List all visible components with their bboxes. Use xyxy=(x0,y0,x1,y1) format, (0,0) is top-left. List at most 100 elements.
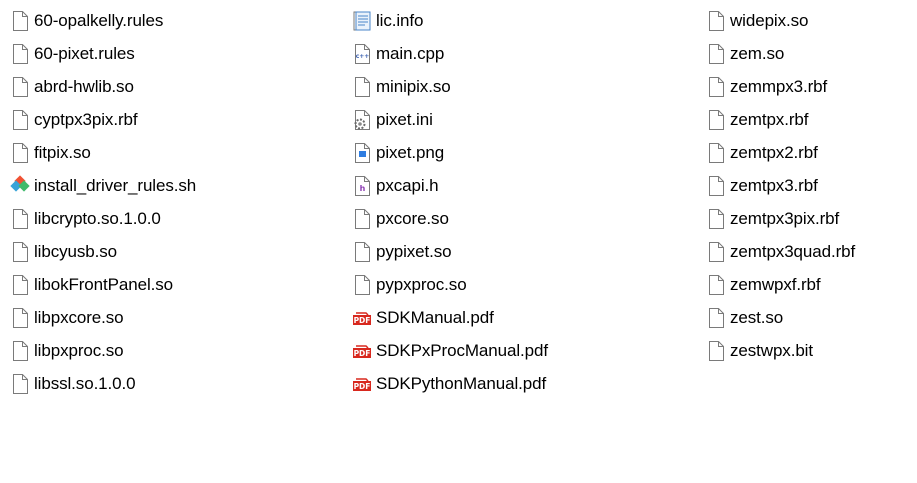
file-item[interactable]: libpxproc.so xyxy=(10,336,330,366)
file-column-3: widepix.so zem.so zemmpx3.rbf zemtpx.rbf… xyxy=(706,6,917,369)
file-name-label: libcyusb.so xyxy=(34,242,117,261)
file-name-label: zem.so xyxy=(730,44,785,63)
file-item[interactable]: pxcore.so xyxy=(352,204,682,234)
file-item[interactable]: install_driver_rules.sh xyxy=(10,171,330,201)
settings-file-icon xyxy=(352,109,372,131)
file-item[interactable]: pixet.ini xyxy=(352,105,682,135)
cpp-file-icon: c++ xyxy=(352,43,372,65)
blank-file-icon xyxy=(10,208,30,230)
file-item[interactable]: lic.info xyxy=(352,6,682,36)
file-item[interactable]: zemtpx.rbf xyxy=(706,105,917,135)
blank-file-icon xyxy=(706,241,726,263)
file-item[interactable]: libpxcore.so xyxy=(10,303,330,333)
file-item[interactable]: zemmpx3.rbf xyxy=(706,72,917,102)
blank-file-icon xyxy=(10,76,30,98)
file-name-label: zemtpx3.rbf xyxy=(730,176,818,195)
file-item[interactable]: PDF SDKManual.pdf xyxy=(352,303,682,333)
info-file-icon xyxy=(352,10,372,32)
file-name-label: zemtpx3pix.rbf xyxy=(730,209,840,228)
file-name-label: fitpix.so xyxy=(34,143,91,162)
file-name-label: pixet.ini xyxy=(376,110,433,129)
blank-file-icon xyxy=(706,109,726,131)
file-item[interactable]: widepix.so xyxy=(706,6,917,36)
file-item[interactable]: libssl.so.1.0.0 xyxy=(10,369,330,399)
file-name-label: cyptpx3pix.rbf xyxy=(34,110,138,129)
blank-file-icon xyxy=(10,10,30,32)
image-file-icon xyxy=(352,142,372,164)
file-item[interactable]: pixet.png xyxy=(352,138,682,168)
blank-file-icon xyxy=(352,241,372,263)
blank-file-icon xyxy=(10,109,30,131)
file-item[interactable]: 60-pixet.rules xyxy=(10,39,330,69)
blank-file-icon xyxy=(706,307,726,329)
file-name-label: 60-opalkelly.rules xyxy=(34,11,164,30)
file-item[interactable]: cyptpx3pix.rbf xyxy=(10,105,330,135)
header-file-icon: h xyxy=(352,175,372,197)
file-name-label: lic.info xyxy=(376,11,424,30)
blank-file-icon xyxy=(706,43,726,65)
blank-file-icon xyxy=(706,208,726,230)
file-item[interactable]: pypxproc.so xyxy=(352,270,682,300)
file-item[interactable]: abrd-hwlib.so xyxy=(10,72,330,102)
file-item[interactable]: c++ main.cpp xyxy=(352,39,682,69)
file-item[interactable]: fitpix.so xyxy=(10,138,330,168)
file-item[interactable]: PDF SDKPythonManual.pdf xyxy=(352,369,682,399)
pdf-file-icon: PDF xyxy=(352,340,372,362)
file-name-label: main.cpp xyxy=(376,44,445,63)
file-name-label: abrd-hwlib.so xyxy=(34,77,134,96)
file-name-label: widepix.so xyxy=(730,11,809,30)
blank-file-icon xyxy=(10,274,30,296)
pdf-file-icon: PDF xyxy=(352,373,372,395)
blank-file-icon xyxy=(706,274,726,296)
file-item[interactable]: zemtpx3quad.rbf xyxy=(706,237,917,267)
blank-file-icon xyxy=(352,274,372,296)
svg-text:PDF: PDF xyxy=(354,382,371,391)
file-name-label: pixet.png xyxy=(376,143,445,162)
file-item[interactable]: zest.so xyxy=(706,303,917,333)
file-name-label: zemmpx3.rbf xyxy=(730,77,828,96)
blank-file-icon xyxy=(706,340,726,362)
file-name-label: SDKManual.pdf xyxy=(376,308,494,327)
file-item[interactable]: zemtpx3pix.rbf xyxy=(706,204,917,234)
file-item[interactable]: zemwpxf.rbf xyxy=(706,270,917,300)
file-list-view: 60-opalkelly.rules 60-pixet.rules abrd-h… xyxy=(0,0,917,483)
file-column-2: lic.info c++ main.cpp minipix.so pixet.i… xyxy=(352,6,682,402)
file-name-label: 60-pixet.rules xyxy=(34,44,135,63)
blank-file-icon xyxy=(10,241,30,263)
blank-file-icon xyxy=(352,76,372,98)
file-item[interactable]: minipix.so xyxy=(352,72,682,102)
file-name-label: pxcore.so xyxy=(376,209,449,228)
file-name-label: SDKPythonManual.pdf xyxy=(376,374,547,393)
file-name-label: pypixet.so xyxy=(376,242,452,261)
file-item[interactable]: h pxcapi.h xyxy=(352,171,682,201)
file-item[interactable]: pypixet.so xyxy=(352,237,682,267)
blank-file-icon xyxy=(10,307,30,329)
file-item[interactable]: zemtpx2.rbf xyxy=(706,138,917,168)
file-name-label: zemtpx3quad.rbf xyxy=(730,242,856,261)
blank-file-icon xyxy=(706,10,726,32)
file-item[interactable]: zemtpx3.rbf xyxy=(706,171,917,201)
file-name-label: libcrypto.so.1.0.0 xyxy=(34,209,161,228)
file-item[interactable]: libcrypto.so.1.0.0 xyxy=(10,204,330,234)
file-column-1: 60-opalkelly.rules 60-pixet.rules abrd-h… xyxy=(10,6,330,402)
svg-text:c++: c++ xyxy=(356,53,370,60)
file-name-label: pxcapi.h xyxy=(376,176,439,195)
file-name-label: libokFrontPanel.so xyxy=(34,275,173,294)
blank-file-icon xyxy=(706,142,726,164)
git-bash-script-icon xyxy=(10,175,30,197)
file-item[interactable]: libcyusb.so xyxy=(10,237,330,267)
blank-file-icon xyxy=(10,340,30,362)
file-name-label: libpxcore.so xyxy=(34,308,124,327)
file-name-label: minipix.so xyxy=(376,77,451,96)
file-item[interactable]: 60-opalkelly.rules xyxy=(10,6,330,36)
blank-file-icon xyxy=(10,142,30,164)
file-name-label: SDKPxProcManual.pdf xyxy=(376,341,548,360)
file-item[interactable]: zem.so xyxy=(706,39,917,69)
file-item[interactable]: PDF SDKPxProcManual.pdf xyxy=(352,336,682,366)
blank-file-icon xyxy=(10,373,30,395)
file-name-label: libssl.so.1.0.0 xyxy=(34,374,136,393)
file-name-label: libpxproc.so xyxy=(34,341,124,360)
file-name-label: zemwpxf.rbf xyxy=(730,275,821,294)
file-item[interactable]: zestwpx.bit xyxy=(706,336,917,366)
file-item[interactable]: libokFrontPanel.so xyxy=(10,270,330,300)
